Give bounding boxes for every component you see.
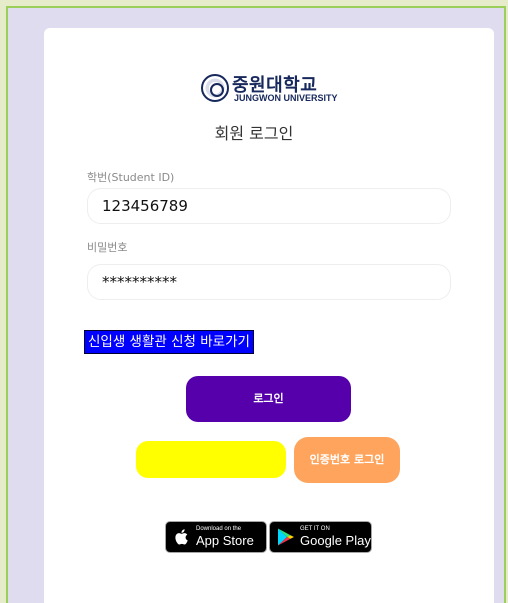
university-seal-icon	[201, 74, 229, 102]
dorm-application-link[interactable]: 신입생 생활관 신청 바로가기	[84, 330, 254, 354]
auth-code-login-button[interactable]: 인증번호 로그인	[294, 437, 400, 483]
page-background: 중원대학교 JUNGWON UNIVERSITY 회원 로그인 학번(Stude…	[0, 0, 508, 603]
login-card	[44, 28, 494, 603]
apple-icon	[175, 529, 188, 545]
google-play-badge[interactable]: GET IT ON Google Play	[269, 521, 372, 553]
page-title: 회원 로그인	[214, 124, 294, 143]
password-label: 비밀번호	[87, 241, 128, 254]
app-store-big-text: App Store	[196, 533, 254, 548]
university-logo: 중원대학교 JUNGWON UNIVERSITY	[201, 73, 341, 109]
student-id-input[interactable]	[87, 188, 451, 224]
google-play-big-text: Google Play	[300, 533, 371, 548]
student-id-label: 학번(Student ID)	[87, 171, 175, 184]
yellow-login-button[interactable]	[136, 441, 286, 478]
google-play-small-text: GET IT ON	[300, 526, 330, 532]
google-play-icon	[278, 528, 294, 546]
password-input[interactable]	[87, 264, 451, 300]
login-button[interactable]: 로그인	[186, 376, 351, 422]
logo-english-name: JUNGWON UNIVERSITY	[234, 93, 338, 103]
app-store-badge[interactable]: Download on the App Store	[165, 521, 267, 553]
app-store-small-text: Download on the	[196, 526, 242, 532]
